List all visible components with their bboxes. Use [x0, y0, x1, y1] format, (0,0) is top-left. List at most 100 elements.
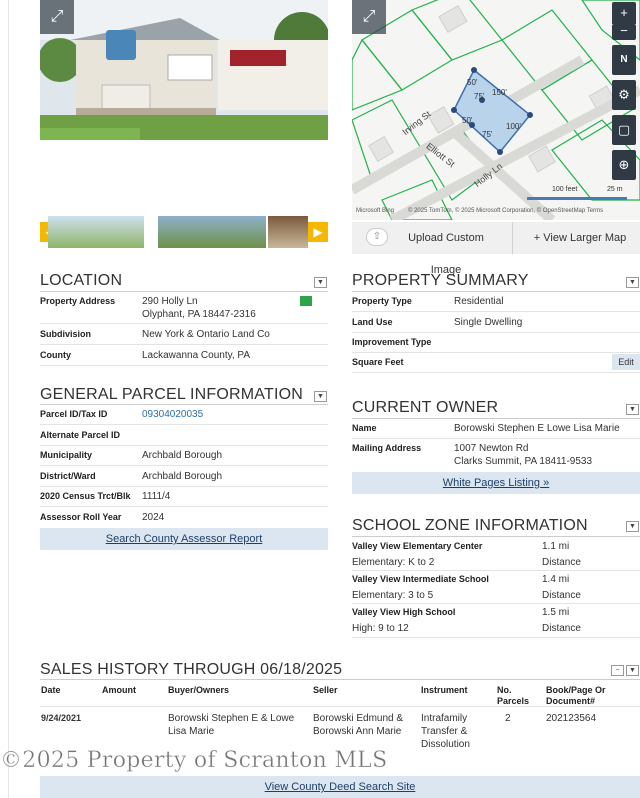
search-assessor-button[interactable]: Search County Assessor Report — [40, 528, 328, 550]
sale-document: 202123564 — [546, 713, 597, 724]
property-type-value: Residential — [454, 296, 504, 307]
divider — [40, 486, 328, 487]
sale-buyer: Borowski Stephen E & Lowe Lisa Marie — [168, 713, 295, 737]
roll-year-value: 2024 — [142, 512, 165, 523]
subdivision-value: New York & Ontario Land Co — [142, 329, 270, 340]
next-arrow-icon[interactable]: ▶ — [308, 222, 328, 242]
collapse-school-icon[interactable]: ▼ — [626, 521, 639, 532]
row-label: Mailing Address — [352, 443, 422, 453]
divider — [40, 706, 640, 707]
dimension-label: 50' — [467, 78, 478, 87]
collapse-sales-icon[interactable]: ▼ — [626, 665, 639, 676]
zoom-in-icon[interactable]: + — [612, 2, 636, 24]
row-label: Property Address — [40, 296, 116, 306]
edit-square-feet-button[interactable]: Edit — [612, 354, 640, 370]
parcel-map[interactable]: Irving St Elliott St Holly Ln 50' 150' 7… — [352, 0, 640, 220]
expand-photo-icon[interactable]: ⤢ — [40, 0, 74, 34]
row-label: Square Feet — [352, 357, 404, 367]
scale-meters: 25 m — [607, 186, 623, 193]
column-header: No. Parcels — [497, 685, 530, 706]
thumbnail-2[interactable] — [158, 216, 266, 248]
school-name: Valley View High School — [352, 607, 456, 617]
collapse-location-icon[interactable]: ▼ — [314, 277, 327, 288]
watermark: ©2025 Property of Scranton MLS — [0, 748, 388, 774]
sale-date: 9/24/2021 — [41, 713, 82, 723]
municipality-value: Archbald Borough — [142, 450, 223, 461]
divider — [352, 438, 640, 439]
section-title-school: SCHOOL ZONE INFORMATION — [352, 517, 588, 534]
divider — [40, 365, 328, 366]
column-header: Seller — [313, 685, 338, 695]
thumbnail-3[interactable] — [268, 216, 308, 248]
map-actions: ⇧ Upload Custom Image + View Larger Map — [352, 222, 640, 276]
collapse-parcel-icon[interactable]: ▼ — [314, 391, 327, 402]
upload-custom-image-button[interactable]: Upload Custom Image — [392, 222, 500, 276]
fullscreen-icon[interactable]: ▢ — [612, 115, 636, 145]
page-edge — [8, 0, 9, 798]
row-label: Parcel ID/Tax ID — [40, 409, 108, 419]
district-value: Archbald Borough — [142, 471, 223, 482]
dimension-label: 100' — [506, 122, 521, 131]
school-distance: 1.5 mi — [542, 607, 570, 618]
view-larger-map-button[interactable]: + View Larger Map — [520, 222, 640, 254]
row-label: Assessor Roll Year — [40, 512, 122, 522]
compass-icon[interactable]: N — [612, 45, 636, 75]
divider — [40, 679, 640, 680]
section-title-parcel: GENERAL PARCEL INFORMATION — [40, 386, 304, 403]
divider — [352, 352, 640, 353]
county-value: Lackawanna County, PA — [142, 350, 251, 361]
section-title-owner: CURRENT OWNER — [352, 399, 499, 416]
column-header: Book/Page Or Document# — [546, 685, 606, 706]
column-header: Amount — [102, 685, 136, 695]
divider — [352, 570, 640, 571]
section-title-sales: SALES HISTORY THROUGH 06/18/2025 — [40, 661, 343, 678]
flag-icon[interactable] — [300, 296, 312, 306]
upload-cloud-icon: ⇧ — [366, 228, 388, 246]
distance-label: Distance — [542, 623, 581, 634]
divider — [352, 536, 640, 537]
white-pages-button[interactable]: White Pages Listing » — [352, 472, 640, 494]
minimize-sales-icon[interactable]: − — [611, 665, 624, 676]
land-use-value: Single Dwelling — [454, 317, 523, 328]
locate-icon[interactable]: ⊕ — [612, 150, 636, 180]
divider — [352, 418, 640, 419]
expand-map-icon[interactable]: ⤢ — [352, 0, 386, 34]
zoom-out-icon[interactable]: − — [612, 24, 636, 40]
sale-instrument: Intrafamily Transfer & Dissolution — [421, 713, 470, 750]
bing-logo: Microsoft Bing — [356, 208, 395, 214]
sale-parcels: 2 — [505, 713, 511, 724]
school-grades: Elementary: K to 2 — [352, 557, 435, 568]
school-distance: 1.4 mi — [542, 574, 570, 585]
divider — [40, 506, 328, 507]
section-title-summary: PROPERTY SUMMARY — [352, 272, 529, 289]
collapse-owner-icon[interactable]: ▼ — [626, 404, 639, 415]
divider — [40, 465, 328, 466]
owner-name-value: Borowski Stephen E Lowe Lisa Marie — [454, 423, 620, 434]
column-header: Date — [41, 685, 61, 695]
distance-label: Distance — [542, 590, 581, 601]
divider — [40, 424, 328, 425]
divider — [352, 637, 640, 638]
school-name: Valley View Elementary Center — [352, 541, 483, 551]
divider — [40, 404, 328, 405]
scale-feet: 100 feet — [552, 186, 578, 193]
view-deed-search-button[interactable]: View County Deed Search Site — [40, 776, 640, 798]
parcel-id-link[interactable]: 09304020035 — [142, 408, 203, 421]
sale-seller: Borowski Edmund & Borowski Ann Marie — [313, 713, 404, 737]
map-attribution: © 2025 TomTom, © 2025 Microsoft Corporat… — [408, 208, 604, 214]
map-controls: + − N ⚙ ▢ ⊕ — [612, 2, 636, 185]
row-label: Alternate Parcel ID — [40, 430, 121, 440]
divider — [352, 311, 640, 312]
gear-icon[interactable]: ⚙ — [612, 80, 636, 110]
row-label: Municipality — [40, 450, 93, 460]
collapse-summary-icon[interactable]: ▼ — [626, 277, 639, 288]
divider — [352, 372, 640, 373]
divider — [352, 603, 640, 604]
thumbnail-1[interactable] — [48, 216, 144, 248]
dimension-label: 150' — [492, 88, 507, 97]
property-photo[interactable]: ⤢ — [40, 0, 328, 205]
school-grades: High: 9 to 12 — [352, 623, 409, 634]
row-label: District/Ward — [40, 471, 96, 481]
column-header: Instrument — [421, 685, 468, 695]
section-title-location: LOCATION — [40, 272, 123, 289]
